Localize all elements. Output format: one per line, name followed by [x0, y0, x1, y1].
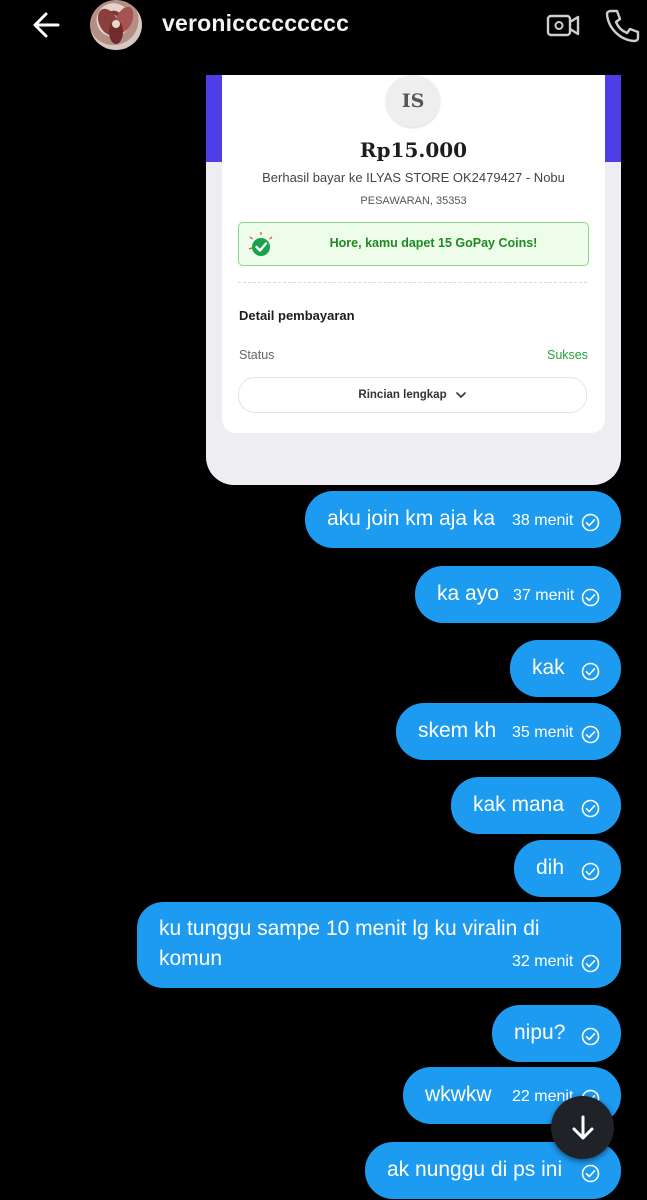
receipt-accent-left — [206, 75, 222, 162]
success-check-icon — [248, 232, 273, 256]
message-bubble[interactable]: dih — [514, 840, 621, 897]
message-text: kak — [532, 656, 565, 679]
sent-check-icon — [581, 588, 600, 607]
message-bubble[interactable]: ka ayo 37 menit — [415, 566, 621, 623]
coins-banner: Hore, kamu dapet 15 GoPay Coins! — [238, 222, 589, 266]
phone-icon — [605, 9, 640, 43]
receipt-accent-right — [605, 75, 621, 162]
sent-check-icon — [581, 725, 600, 744]
status-label: Status — [239, 348, 275, 362]
message-text: ka ayo — [437, 582, 499, 605]
chevron-down-icon — [455, 392, 466, 399]
message-bubble[interactable]: kak mana — [451, 777, 621, 834]
message-time: 38 menit — [512, 512, 574, 529]
message-text: wkwkw — [425, 1083, 492, 1106]
message-time: 37 menit — [513, 587, 575, 604]
video-call-button[interactable] — [545, 7, 581, 43]
message-bubble[interactable]: ku tunggu sampe 10 menit lg ku viralin d… — [137, 902, 621, 988]
divider — [238, 282, 587, 283]
sent-check-icon — [581, 662, 600, 681]
sent-check-icon — [581, 513, 600, 532]
message-time: 32 menit — [512, 953, 574, 970]
payment-receipt-image[interactable]: IS Rp15.000 Berhasil bayar ke ILYAS STOR… — [206, 75, 621, 485]
full-details-button: Rincian lengkap — [238, 377, 587, 413]
message-text: nipu? — [514, 1021, 566, 1044]
payment-details-heading: Detail pembayaran — [239, 308, 355, 323]
message-bubble[interactable]: skem kh 35 menit — [396, 703, 621, 760]
sent-check-icon — [581, 799, 600, 818]
chat-username[interactable]: veroniccccccccc — [162, 10, 349, 37]
sent-check-icon — [581, 954, 600, 973]
scroll-to-bottom-button[interactable] — [551, 1096, 614, 1159]
sent-check-icon — [581, 1164, 600, 1183]
receipt-card: IS Rp15.000 Berhasil bayar ke ILYAS STOR… — [222, 75, 605, 433]
message-text-line-2: komun — [159, 947, 223, 970]
arrow-left-icon — [33, 12, 60, 38]
message-text: aku join km aja ka — [327, 507, 496, 530]
message-text: ak nunggu di ps ini — [387, 1158, 563, 1181]
message-bubble[interactable]: nipu? — [492, 1005, 621, 1062]
arrow-down-icon — [572, 1115, 593, 1139]
sent-check-icon — [581, 1027, 600, 1046]
voice-call-button[interactable] — [602, 5, 642, 45]
status-value: Sukses — [547, 348, 588, 362]
message-text: kak mana — [473, 793, 565, 816]
message-text: dih — [536, 856, 565, 879]
payment-amount: Rp15.000 — [359, 138, 468, 162]
full-details-label: Rincian lengkap — [358, 389, 447, 401]
sent-check-icon — [581, 862, 600, 881]
merchant-avatar: IS — [386, 75, 440, 127]
message-time: 35 menit — [512, 724, 574, 741]
avatar[interactable] — [90, 0, 142, 50]
avatar-flower-image — [97, 6, 134, 44]
payment-recipient: Berhasil bayar ke ILYAS STORE OK2479427 … — [262, 170, 565, 185]
video-camera-icon — [546, 14, 580, 37]
payment-location: PESAWARAN, 35353 — [360, 195, 467, 207]
message-text-line-1: ku tunggu sampe 10 menit lg ku viralin d… — [159, 917, 540, 940]
message-bubble[interactable]: aku join km aja ka 38 menit — [305, 491, 621, 548]
chat-header: veroniccccccccc — [0, 0, 647, 50]
message-bubble[interactable]: kak — [510, 640, 621, 697]
message-text: skem kh — [418, 719, 497, 742]
coins-banner-text: Hore, kamu dapet 15 GoPay Coins! — [329, 236, 538, 250]
back-button[interactable] — [28, 6, 66, 44]
